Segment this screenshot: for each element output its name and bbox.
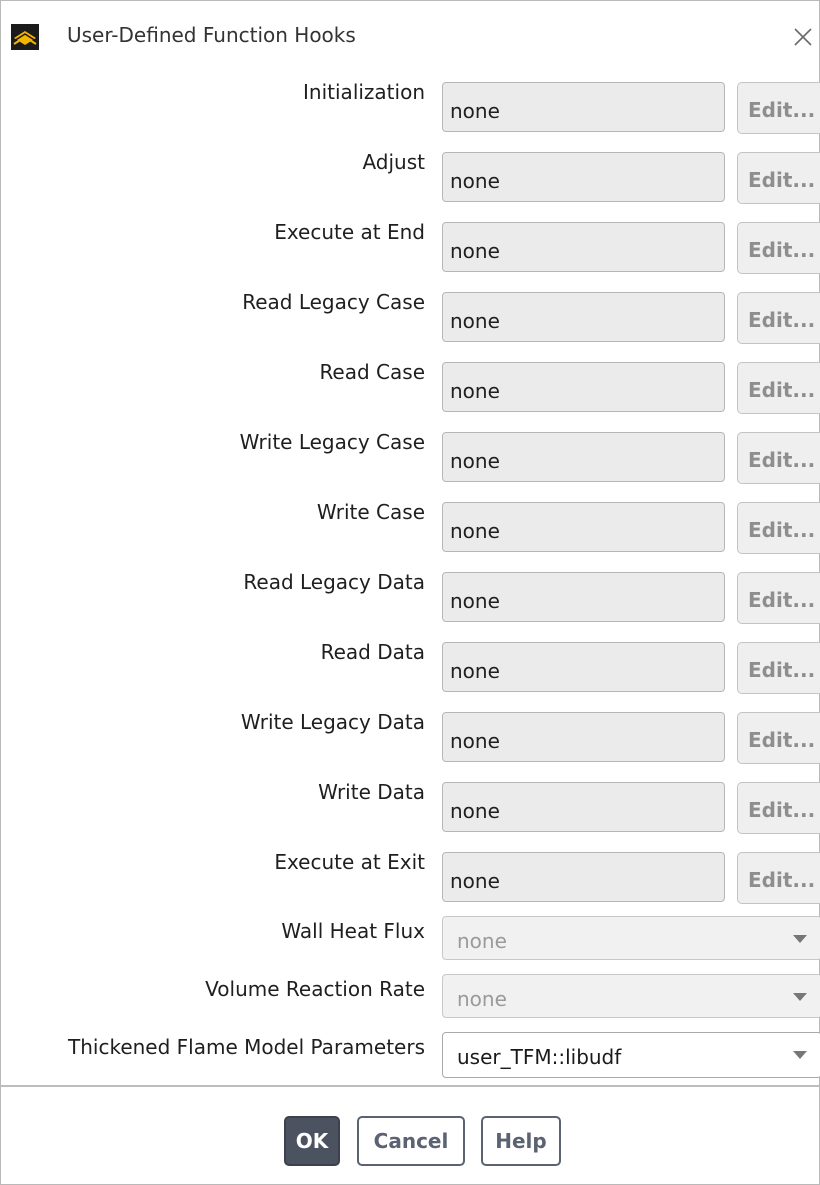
edit-button-write-case[interactable]: Edit...	[737, 502, 820, 554]
edit-button-write-legacy-data[interactable]: Edit...	[737, 712, 820, 764]
hook-label-initialization: Initialization	[303, 80, 425, 104]
footer-divider	[1, 1085, 819, 1087]
hook-label-write-data: Write Data	[318, 780, 425, 804]
hook-label-write-legacy-data: Write Legacy Data	[240, 710, 425, 734]
hook-field-write-legacy-data: none	[442, 712, 725, 762]
close-icon[interactable]	[789, 23, 817, 51]
hook-field-read-legacy-data: none	[442, 572, 725, 622]
hook-field-read-case: none	[442, 362, 725, 412]
hook-label-read-legacy-data: Read Legacy Data	[243, 570, 425, 594]
title-bar: User-Defined Function Hooks	[1, 1, 819, 73]
volume-reaction-rate-value: none	[457, 987, 507, 1011]
hook-label-read-case: Read Case	[319, 360, 425, 384]
hook-label-adjust: Adjust	[362, 150, 425, 174]
edit-button-read-data[interactable]: Edit...	[737, 642, 820, 694]
edit-button-adjust[interactable]: Edit...	[737, 152, 820, 204]
hook-label-execute-at-end: Execute at End	[274, 220, 425, 244]
volume-reaction-rate-select: none	[442, 974, 820, 1018]
udf-hooks-dialog: User-Defined Function Hooks Initializati…	[0, 0, 820, 1185]
help-button[interactable]: Help	[481, 1116, 561, 1166]
hook-field-initialization: none	[442, 82, 725, 132]
hook-field-write-data: none	[442, 782, 725, 832]
hook-field-read-legacy-case: none	[442, 292, 725, 342]
hook-label-read-data: Read Data	[320, 640, 425, 664]
edit-button-write-legacy-case[interactable]: Edit...	[737, 432, 820, 484]
edit-button-execute-at-end[interactable]: Edit...	[737, 222, 820, 274]
dialog-title: User-Defined Function Hooks	[67, 23, 356, 47]
hook-field-write-legacy-case: none	[442, 432, 725, 482]
hook-field-execute-at-end: none	[442, 222, 725, 272]
thickened-flame-model-select[interactable]: user_TFM::libudf	[442, 1032, 820, 1078]
select-label-thickened-flame-model: Thickened Flame Model Parameters	[68, 1035, 425, 1059]
hook-label-write-legacy-case: Write Legacy Case	[239, 430, 425, 454]
wall-heat-flux-select: none	[442, 916, 820, 960]
hook-label-write-case: Write Case	[316, 500, 425, 524]
edit-button-initialization[interactable]: Edit...	[737, 82, 820, 134]
chevron-down-icon	[793, 993, 807, 1001]
hook-field-adjust: none	[442, 152, 725, 202]
chevron-down-icon	[793, 935, 807, 943]
edit-button-execute-at-exit[interactable]: Edit...	[737, 852, 820, 904]
edit-button-read-legacy-case[interactable]: Edit...	[737, 292, 820, 344]
hook-field-write-case: none	[442, 502, 725, 552]
chevron-down-icon	[793, 1051, 807, 1059]
cancel-button[interactable]: Cancel	[357, 1116, 465, 1166]
hook-field-read-data: none	[442, 642, 725, 692]
wall-heat-flux-value: none	[457, 929, 507, 953]
edit-button-read-case[interactable]: Edit...	[737, 362, 820, 414]
edit-button-write-data[interactable]: Edit...	[737, 782, 820, 834]
ok-button[interactable]: OK	[284, 1116, 340, 1166]
select-label-wall-heat-flux: Wall Heat Flux	[281, 919, 425, 943]
ansys-fluent-logo-icon	[11, 24, 39, 50]
edit-button-read-legacy-data[interactable]: Edit...	[737, 572, 820, 624]
hook-field-execute-at-exit: none	[442, 852, 725, 902]
hook-label-execute-at-exit: Execute at Exit	[274, 850, 425, 874]
thickened-flame-model-value: user_TFM::libudf	[457, 1045, 622, 1069]
select-label-volume-reaction-rate: Volume Reaction Rate	[205, 977, 425, 1001]
hook-label-read-legacy-case: Read Legacy Case	[242, 290, 425, 314]
